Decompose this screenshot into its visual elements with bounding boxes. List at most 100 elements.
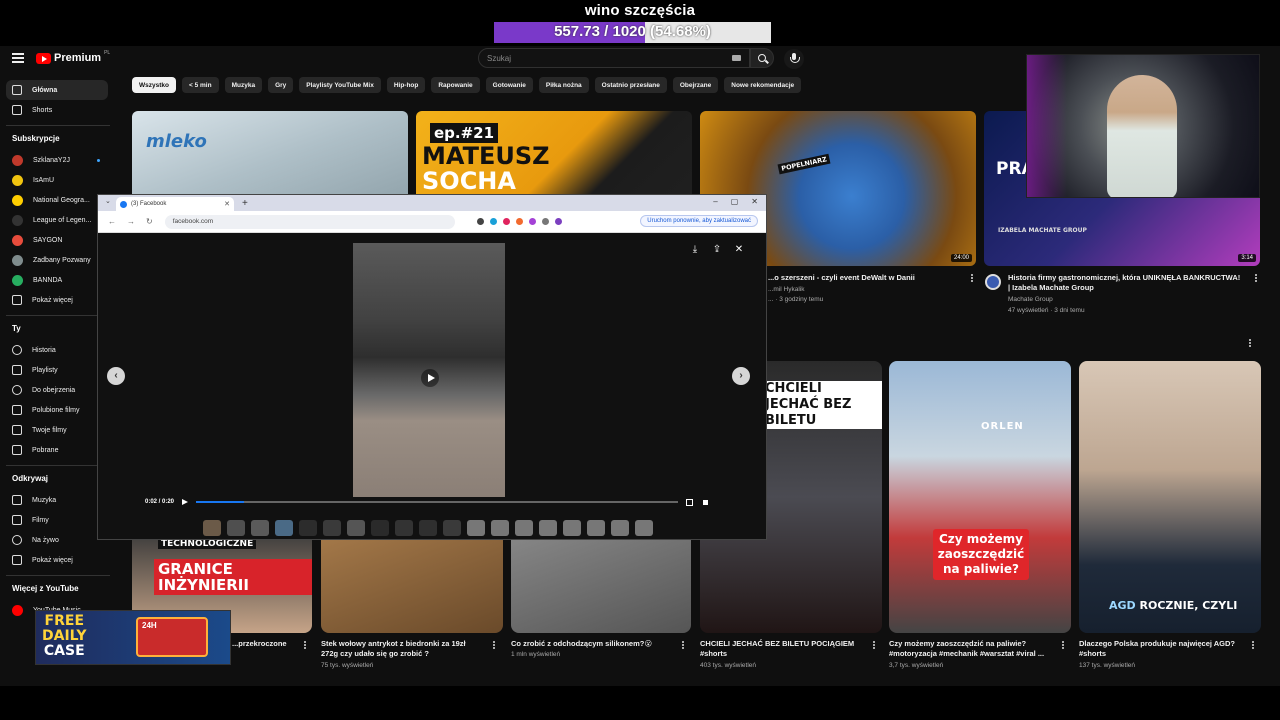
minimize-icon[interactable]: – [713, 197, 717, 206]
video-player[interactable] [353, 243, 505, 497]
media-thumbnail[interactable] [323, 520, 341, 536]
media-thumbnail[interactable] [251, 520, 269, 536]
media-thumbnail[interactable] [299, 520, 317, 536]
sidebar-item[interactable]: SzklanaY2J [6, 150, 108, 170]
back-icon[interactable]: ← [108, 217, 116, 226]
short-thumbnail-2[interactable] [321, 531, 503, 633]
sidebar-item[interactable]: Twoje filmy [6, 420, 108, 440]
sidebar-item[interactable]: IsAmU [6, 170, 108, 190]
media-thumbnail[interactable] [371, 520, 389, 536]
sidebar-item[interactable]: Shorts [6, 100, 108, 120]
sidebar-section-header[interactable]: Ty [12, 324, 21, 333]
filter-chip[interactable]: Hip-hop [386, 77, 426, 93]
share-icon[interactable]: ⇪ [712, 245, 722, 255]
short-title[interactable]: Stek wołowy antrykot z biedronki za 19zł… [321, 639, 483, 659]
channel-name[interactable]: Machate Group [1008, 296, 1053, 303]
sidebar-item[interactable]: BANNDA [6, 270, 108, 290]
short-thumbnail-6[interactable]: AGD ROCZNIE, CZYLI [1079, 361, 1261, 633]
voice-search-icon[interactable] [784, 49, 804, 69]
shorts-more-icon[interactable] [1249, 342, 1251, 344]
menu-icon[interactable] [12, 53, 24, 63]
keyboard-icon[interactable] [732, 55, 741, 61]
filter-chip[interactable]: Nowe rekomendacje [724, 77, 802, 93]
sidebar-item[interactable]: Filmy [6, 510, 108, 530]
filter-chip[interactable]: Muzyka [224, 77, 263, 93]
filter-chip[interactable]: Gry [268, 77, 294, 93]
media-thumbnail[interactable] [203, 520, 221, 536]
browser-tab[interactable]: (3) Facebook ✕ [116, 197, 234, 211]
previous-icon[interactable]: ‹ [107, 367, 125, 385]
short-thumbnail-5[interactable]: ORLEN Czy możemy zaoszczędzić na paliwie… [889, 361, 1071, 633]
short-title[interactable]: ...przekroczone [232, 639, 302, 649]
extension-icon[interactable] [528, 218, 536, 225]
filter-chip[interactable]: Wszystko [132, 77, 176, 93]
media-thumbnail[interactable] [395, 520, 413, 536]
more-options-icon[interactable] [1252, 644, 1254, 646]
short-title[interactable]: Czy możemy zaoszczędzić na paliwie? #mot… [889, 639, 1059, 659]
media-thumbnail[interactable] [563, 520, 581, 536]
more-options-icon[interactable] [971, 277, 973, 279]
more-options-icon[interactable] [1062, 644, 1064, 646]
sidebar-item[interactable]: Muzyka [6, 490, 108, 510]
close-icon[interactable]: ✕ [734, 245, 744, 255]
reload-icon[interactable]: ↻ [146, 217, 153, 226]
play-icon[interactable] [182, 499, 189, 505]
sidebar-item[interactable]: Główna [6, 80, 108, 100]
address-bar[interactable]: facebook.com [164, 214, 455, 229]
sidebar-item[interactable]: League of Legen... [6, 210, 108, 230]
short-title[interactable]: Dlaczego Polska produkuje najwięcej AGD?… [1079, 639, 1245, 659]
more-options-icon[interactable] [682, 644, 684, 646]
extension-icon[interactable] [476, 218, 484, 225]
fullscreen-icon[interactable] [686, 498, 694, 506]
media-thumbnail[interactable] [587, 520, 605, 536]
filter-chip[interactable]: Piłka nożna [538, 77, 589, 93]
short-title[interactable]: Co zrobić z odchodzącym silikonem?😮 [511, 639, 673, 649]
filter-chip[interactable]: Gotowanie [485, 77, 533, 93]
filter-chip[interactable]: Ostatnio przesłane [594, 77, 667, 93]
search-input[interactable]: Szukaj [478, 48, 750, 68]
new-tab-icon[interactable]: + [242, 198, 248, 209]
media-thumbnail[interactable] [347, 520, 365, 536]
sidebar-section-header[interactable]: Odkrywaj [12, 474, 48, 483]
extension-icon[interactable] [489, 218, 497, 225]
media-thumbnail[interactable] [515, 520, 533, 536]
sidebar-section-header[interactable]: Subskrypcje [12, 134, 60, 143]
channel-name[interactable]: ...mil Hykalik [768, 286, 804, 293]
short-thumbnail-3[interactable] [511, 531, 691, 633]
media-thumbnail[interactable] [275, 520, 293, 536]
sidebar-item[interactable]: Pokaż więcej [6, 290, 108, 310]
short-title[interactable]: CHCIELI JECHAĆ BEZ BILETU POCIĄGIEM #sho… [700, 639, 870, 659]
sidebar-item[interactable]: Playlisty [6, 360, 108, 380]
seek-bar[interactable] [196, 501, 679, 503]
video-title[interactable]: ...o szerszeni - czyli event DeWalt w Da… [768, 273, 964, 283]
youtube-logo[interactable]: Premium PL [36, 50, 110, 65]
close-tab-icon[interactable]: ✕ [224, 200, 230, 208]
media-thumbnail[interactable] [227, 520, 245, 536]
download-icon[interactable]: ⤓ [690, 245, 700, 255]
media-thumbnail[interactable] [539, 520, 557, 536]
sidebar-section-header[interactable]: Więcej z YouTube [12, 584, 79, 593]
sidebar-item[interactable]: Historia [6, 340, 108, 360]
media-thumbnail[interactable] [611, 520, 629, 536]
maximize-icon[interactable]: ▢ [731, 197, 739, 206]
filter-chip[interactable]: Rapowanie [431, 77, 480, 93]
filter-chip[interactable]: < 5 min [181, 77, 219, 93]
filter-chip[interactable]: Playlisty YouTube Mix [299, 77, 381, 93]
more-options-icon[interactable] [1255, 277, 1257, 279]
extension-icon[interactable] [515, 218, 523, 225]
video-title[interactable]: Historia firmy gastronomicznej, która UN… [1008, 273, 1244, 293]
search-button[interactable] [750, 48, 774, 68]
media-thumbnail[interactable] [443, 520, 461, 536]
play-icon[interactable] [421, 369, 439, 387]
extensions-puzzle-icon[interactable] [541, 218, 549, 225]
sidebar-item[interactable]: Pobrane [6, 440, 108, 460]
sidebar-item[interactable]: Do obejrzenia [6, 380, 108, 400]
update-button[interactable]: Uruchom ponownie, aby zaktualizować [640, 215, 758, 227]
extension-icon[interactable] [502, 218, 510, 225]
sidebar-item[interactable]: Pokaż więcej [6, 550, 108, 570]
profile-avatar[interactable] [554, 218, 562, 225]
more-options-icon[interactable] [493, 644, 495, 646]
sidebar-item[interactable]: SAYGON [6, 230, 108, 250]
filter-chip[interactable]: Obejrzane [672, 77, 719, 93]
volume-icon[interactable] [703, 499, 709, 505]
